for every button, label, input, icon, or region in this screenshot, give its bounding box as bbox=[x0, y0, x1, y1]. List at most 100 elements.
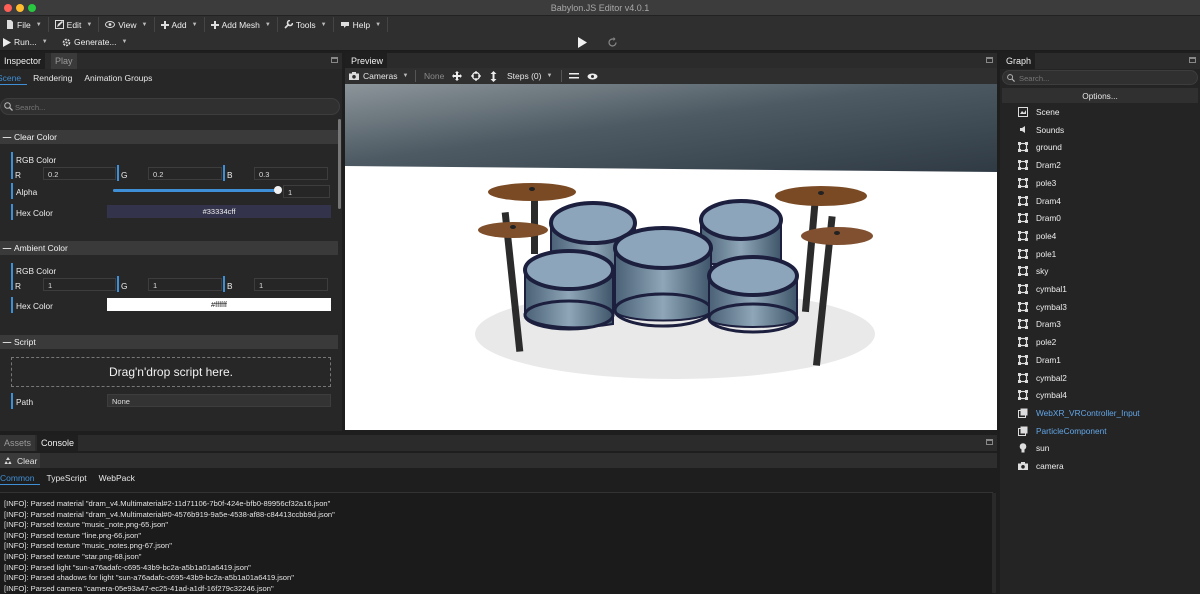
script-section-header[interactable]: — Script bbox=[0, 335, 338, 349]
position-gizmo-button[interactable] bbox=[452, 68, 462, 84]
visibility-toggle-button[interactable] bbox=[587, 68, 598, 84]
path-label: Path bbox=[16, 397, 34, 407]
graph-item-scene[interactable]: Scene bbox=[1018, 104, 1060, 120]
scaling-gizmo-button[interactable] bbox=[490, 68, 497, 84]
chevron-down-icon: ▼ bbox=[320, 21, 327, 28]
grid-toggle-button[interactable] bbox=[569, 68, 579, 84]
menu-file[interactable]: File ▼ bbox=[0, 17, 49, 32]
tab-console[interactable]: Console bbox=[37, 435, 79, 451]
generate-button[interactable]: Generate... ▼ bbox=[62, 33, 127, 51]
clear-r-input[interactable]: 0.2 bbox=[43, 167, 116, 180]
graph-item-pole2[interactable]: pole2 bbox=[1018, 334, 1056, 350]
tab-typescript[interactable]: TypeScript bbox=[40, 471, 92, 485]
script-drop-zone[interactable]: Drag'n'drop script here. bbox=[11, 357, 331, 387]
graph-item-label: Dram2 bbox=[1036, 160, 1061, 171]
clear-b-input[interactable]: 0.3 bbox=[254, 167, 328, 180]
graph-item-dram1[interactable]: Dram1 bbox=[1018, 352, 1061, 368]
rotation-gizmo-button[interactable] bbox=[471, 68, 481, 84]
steps-dropdown[interactable]: Steps (0) ▼ bbox=[507, 68, 552, 84]
graph-item-label: cymbal3 bbox=[1036, 301, 1067, 312]
graph-item-ground[interactable]: ground bbox=[1018, 139, 1062, 155]
ambient-g-input[interactable]: 1 bbox=[148, 278, 222, 291]
edit-icon bbox=[54, 20, 64, 29]
tab-play[interactable]: Play bbox=[51, 53, 77, 69]
group-indicator bbox=[117, 276, 119, 292]
inspector-search[interactable] bbox=[0, 98, 340, 115]
console-scrollbar[interactable] bbox=[992, 493, 996, 593]
clear-g-input[interactable]: 0.2 bbox=[148, 167, 222, 180]
tab-preview[interactable]: Preview bbox=[345, 53, 388, 69]
menu-file-label: File bbox=[17, 19, 31, 30]
graph-item-sun[interactable]: sun bbox=[1018, 440, 1049, 456]
graph-item-dram4[interactable]: Dram4 bbox=[1018, 193, 1061, 209]
preview-tab-bar: Preview bbox=[345, 53, 997, 69]
graph-item-sounds[interactable]: Sounds bbox=[1018, 122, 1064, 138]
menu-add-mesh-label: Add Mesh bbox=[221, 19, 260, 30]
graph-item-cymbal3[interactable]: cymbal3 bbox=[1018, 299, 1067, 315]
ambient-color-section-header[interactable]: — Ambient Color bbox=[0, 241, 338, 255]
graph-item-dram2[interactable]: Dram2 bbox=[1018, 157, 1061, 173]
hex-color-label: Hex Color bbox=[16, 301, 53, 311]
restart-button[interactable] bbox=[607, 33, 621, 51]
graph-search-input[interactable] bbox=[1019, 73, 1189, 83]
graph-item-webxr-vrcontroller-input[interactable]: WebXR_VRController_Input bbox=[1018, 405, 1140, 421]
inspector-scrollbar[interactable] bbox=[338, 119, 341, 209]
graph-item-cymbal2[interactable]: cymbal2 bbox=[1018, 370, 1067, 386]
alpha-slider[interactable] bbox=[113, 186, 282, 194]
mesh-icon bbox=[1018, 301, 1028, 312]
script-path-field[interactable]: None bbox=[107, 394, 331, 407]
menu-add[interactable]: Add ▼ bbox=[155, 17, 205, 32]
menu-add-mesh[interactable]: Add Mesh ▼ bbox=[205, 17, 278, 32]
graph-options-button[interactable]: Options... bbox=[1002, 88, 1198, 103]
ambient-hex-color-field[interactable]: #ffffff bbox=[107, 298, 331, 311]
gizmo-none-button[interactable]: None bbox=[424, 68, 444, 84]
chevron-down-icon: ▼ bbox=[86, 21, 93, 28]
maximize-icon[interactable] bbox=[986, 57, 993, 63]
graph-item-label: ParticleComponent bbox=[1036, 425, 1107, 436]
tab-common[interactable]: Common bbox=[0, 471, 41, 485]
maximize-icon[interactable] bbox=[331, 57, 338, 63]
file-icon bbox=[7, 20, 13, 29]
graph-item-particlecomponent[interactable]: ParticleComponent bbox=[1018, 423, 1107, 439]
graph-item-pole1[interactable]: pole1 bbox=[1018, 246, 1056, 262]
tab-animation-groups[interactable]: Animation Groups bbox=[78, 71, 158, 85]
menu-tools[interactable]: Tools ▼ bbox=[278, 17, 334, 32]
recycle-icon bbox=[4, 456, 12, 464]
preview-viewport[interactable] bbox=[345, 84, 997, 430]
tab-inspector[interactable]: Inspector bbox=[0, 53, 46, 69]
play-scene-button[interactable] bbox=[577, 33, 590, 51]
graph-item-camera[interactable]: camera bbox=[1018, 458, 1064, 474]
clear-console-button[interactable]: Clear bbox=[0, 453, 41, 468]
console-log-area[interactable]: [INFO]: Parsed material "dram_v4.Multima… bbox=[0, 492, 993, 594]
graph-item-sky[interactable]: sky bbox=[1018, 263, 1048, 279]
ambient-r-input[interactable]: 1 bbox=[43, 278, 116, 291]
clear-color-section-header[interactable]: — Clear Color bbox=[0, 130, 338, 144]
graph-item-dram3[interactable]: Dram3 bbox=[1018, 316, 1061, 332]
search-icon bbox=[1007, 74, 1015, 82]
tab-graph[interactable]: Graph bbox=[1000, 53, 1036, 69]
graph-item-pole3[interactable]: pole3 bbox=[1018, 175, 1056, 191]
clear-hex-color-field[interactable]: #33334cff bbox=[107, 205, 331, 218]
tab-rendering[interactable]: Rendering bbox=[27, 71, 78, 85]
inspector-search-input[interactable] bbox=[15, 101, 315, 113]
run-button[interactable]: Run... ▼ bbox=[3, 33, 48, 51]
ambient-b-input[interactable]: 1 bbox=[254, 278, 328, 291]
cameras-dropdown[interactable]: Cameras ▼ bbox=[349, 68, 408, 84]
graph-item-cymbal1[interactable]: cymbal1 bbox=[1018, 281, 1067, 297]
maximize-icon[interactable] bbox=[986, 439, 993, 445]
alpha-slider-thumb[interactable] bbox=[274, 186, 282, 194]
graph-search[interactable] bbox=[1002, 70, 1198, 85]
tab-assets[interactable]: Assets bbox=[0, 435, 36, 451]
tab-webpack[interactable]: WebPack bbox=[93, 471, 141, 485]
menu-view[interactable]: View ▼ bbox=[99, 17, 155, 32]
chevron-down-icon: ▼ bbox=[375, 21, 382, 28]
menu-help[interactable]: Help ▼ bbox=[334, 17, 389, 32]
alpha-input[interactable]: 1 bbox=[283, 185, 330, 198]
graph-item-cymbal4[interactable]: cymbal4 bbox=[1018, 387, 1067, 403]
menu-edit[interactable]: Edit ▼ bbox=[49, 17, 100, 32]
maximize-icon[interactable] bbox=[1189, 57, 1196, 63]
graph-item-pole4[interactable]: pole4 bbox=[1018, 228, 1056, 244]
graph-item-dram0[interactable]: Dram0 bbox=[1018, 210, 1061, 226]
tab-scene[interactable]: Scene bbox=[0, 71, 28, 85]
graph-item-label: pole1 bbox=[1036, 248, 1057, 259]
